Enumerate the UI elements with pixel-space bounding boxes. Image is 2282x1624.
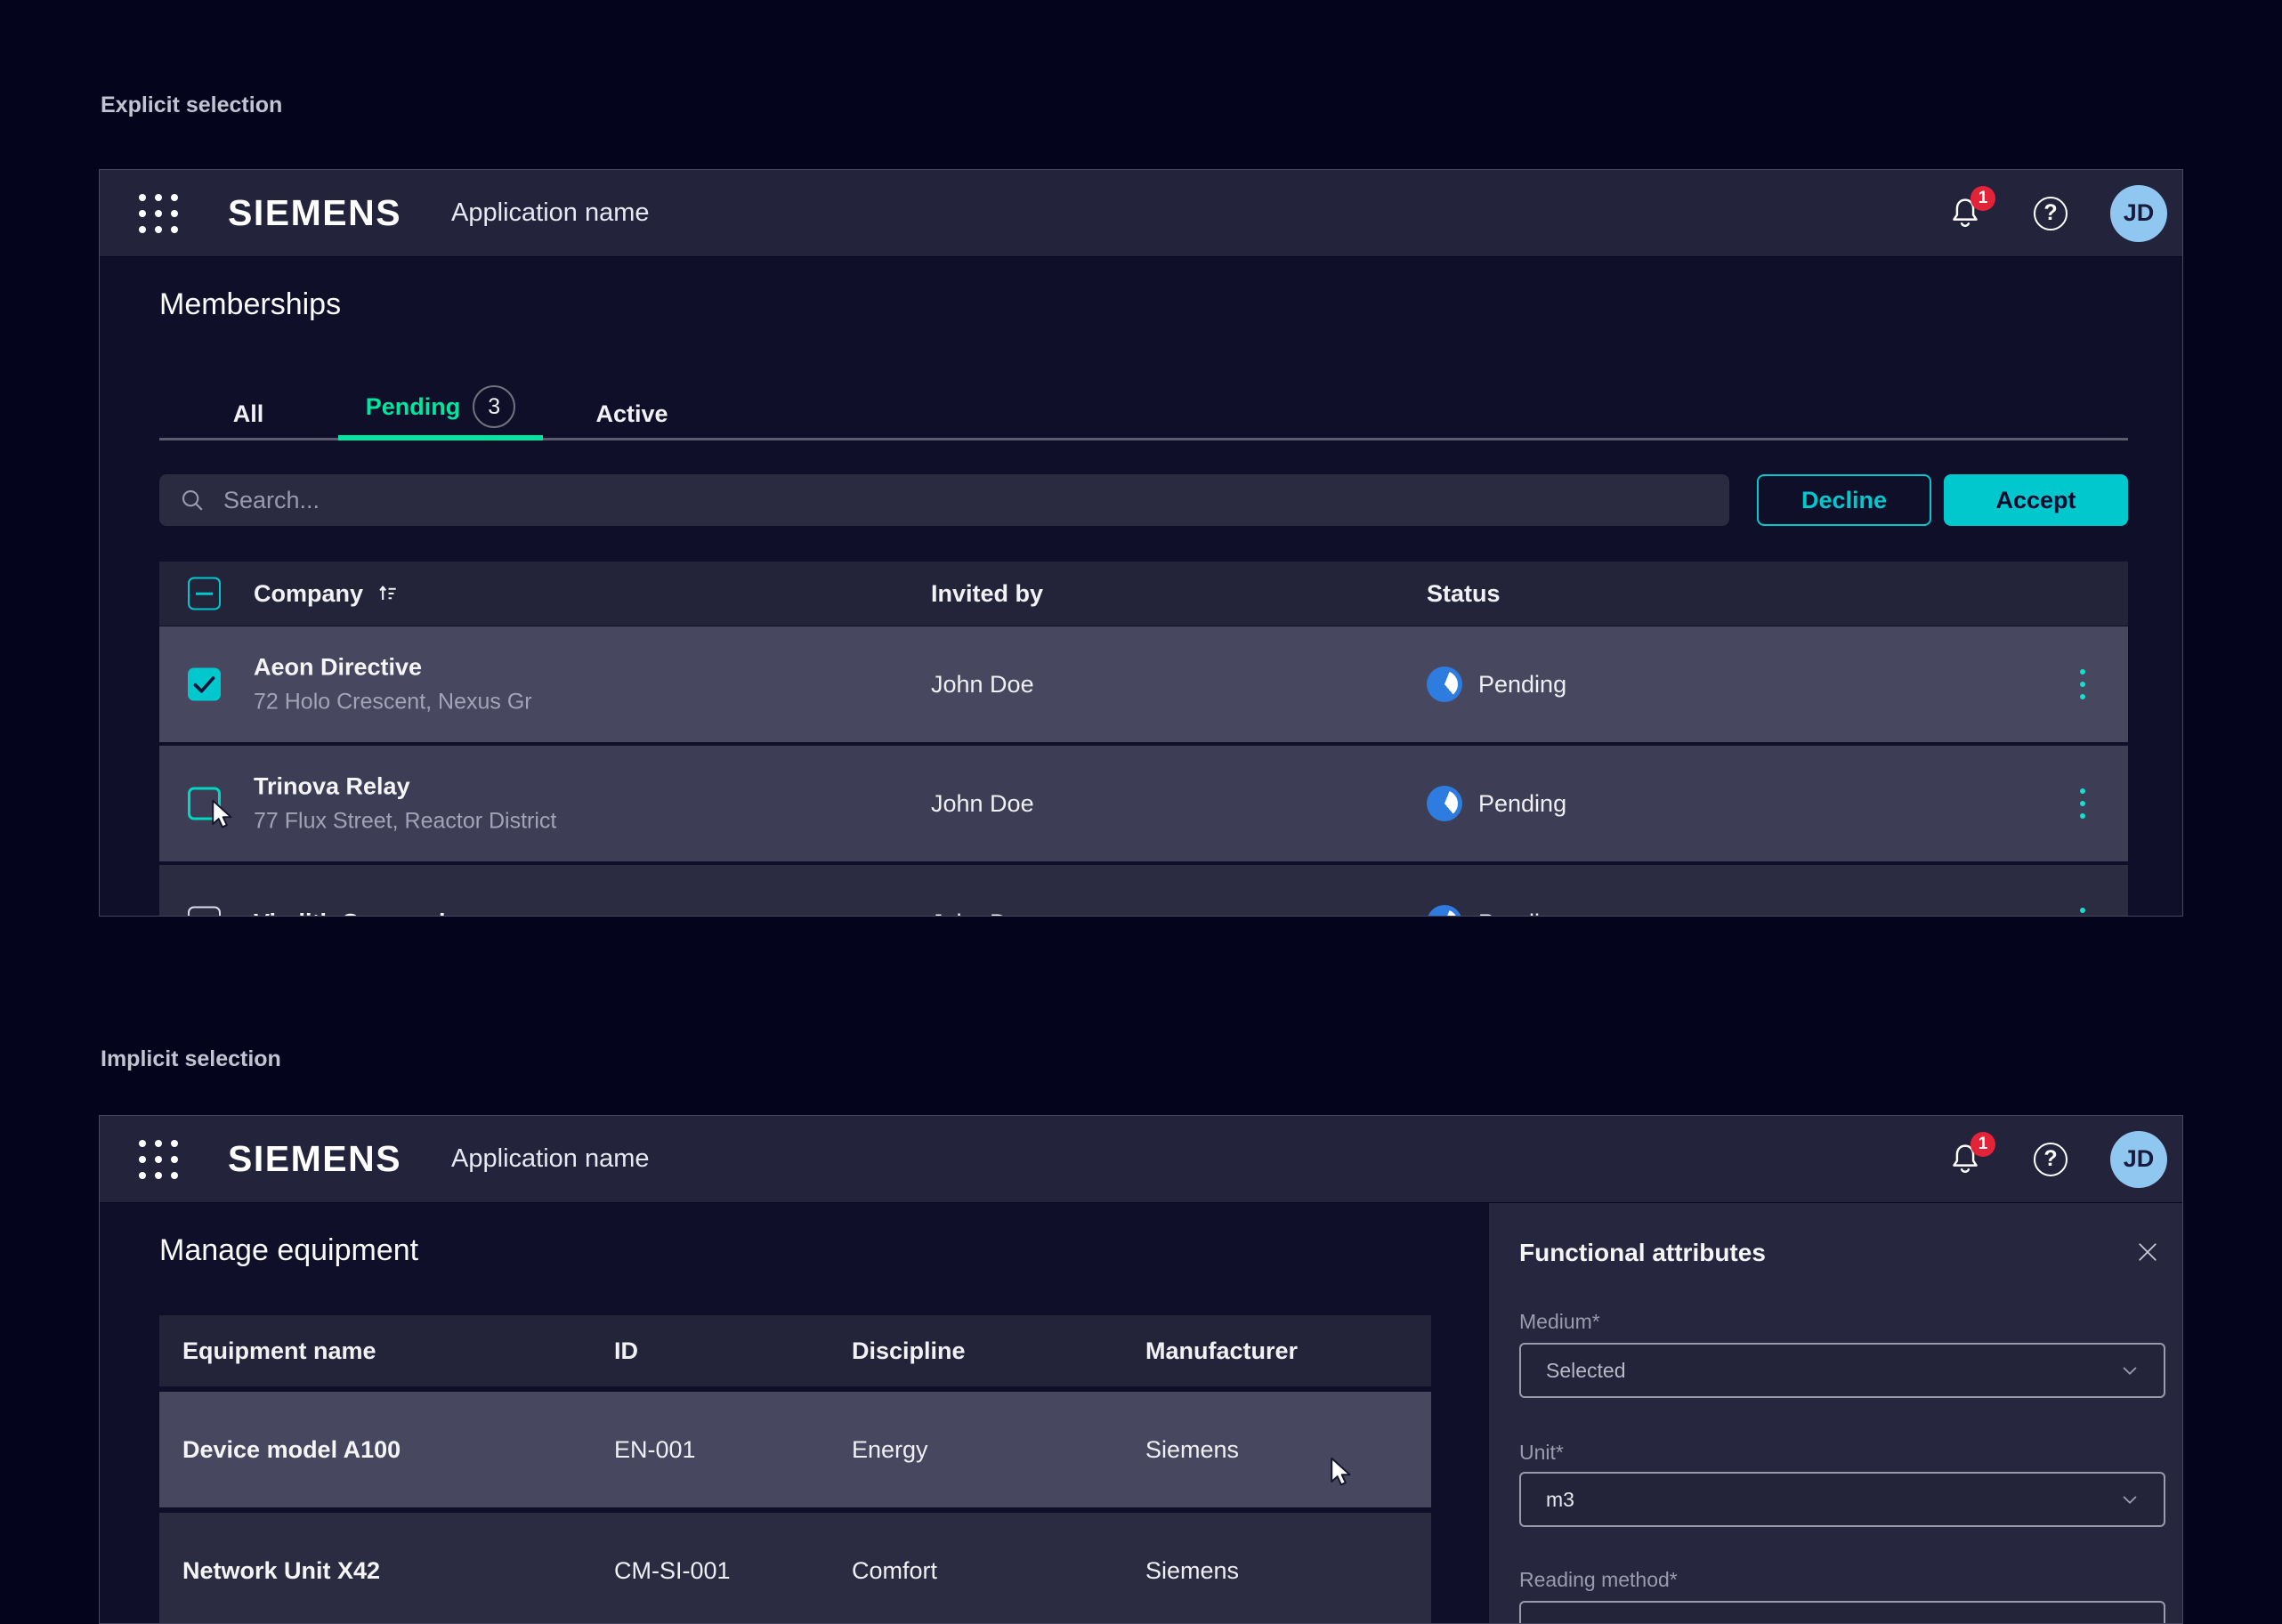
- equipment-window: SIEMENS Application name 1 JD Manage equ…: [99, 1115, 2183, 1624]
- equipment-row-device-model-a100[interactable]: Device model A100 EN-001 Energy Siemens: [159, 1392, 1431, 1507]
- row-menu-kebab-icon[interactable]: [2075, 783, 2091, 824]
- panel-title: Functional attributes: [1519, 1239, 1766, 1267]
- company-name: Trinova Relay: [254, 773, 556, 801]
- app-header: SIEMENS Application name 1 JD: [100, 1116, 2182, 1203]
- chevron-down-icon: [2117, 1358, 2142, 1383]
- section-label-explicit: Explicit selection: [101, 93, 282, 118]
- column-header-discipline[interactable]: Discipline: [852, 1315, 966, 1386]
- invited-by-value: John Doe: [931, 746, 1034, 861]
- notification-badge: 1: [1970, 1132, 1995, 1157]
- check-icon: [188, 668, 221, 701]
- tab-pending[interactable]: Pending 3: [338, 385, 543, 428]
- equipment-table-header: Equipment name ID Discipline Manufacture…: [159, 1315, 1431, 1386]
- status-label: Pending: [1478, 671, 1566, 699]
- row-checkbox[interactable]: [188, 907, 221, 917]
- search-input[interactable]: [222, 486, 1710, 515]
- tab-pending-count-badge: 3: [473, 385, 515, 428]
- application-name: Application name: [451, 198, 649, 228]
- search-field[interactable]: [159, 474, 1729, 526]
- launchpad-icon[interactable]: [139, 1140, 178, 1179]
- search-icon: [179, 487, 206, 513]
- help-icon[interactable]: [2034, 1143, 2068, 1176]
- column-header-equipment-name[interactable]: Equipment name: [182, 1315, 376, 1386]
- row-menu-kebab-icon[interactable]: [2075, 664, 2091, 705]
- chevron-down-icon: [2117, 1487, 2142, 1512]
- row-menu-kebab-icon[interactable]: [2075, 902, 2091, 917]
- memberships-table-header: Company Invited by Status: [159, 562, 2128, 626]
- notifications-button[interactable]: 1: [1946, 195, 1984, 232]
- invited-by-value: John Doe: [931, 626, 1034, 742]
- accept-button[interactable]: Accept: [1944, 474, 2128, 526]
- field-label-medium: Medium*: [1519, 1310, 1600, 1334]
- section-label-implicit: Implicit selection: [101, 1046, 281, 1072]
- company-address: 72 Holo Crescent, Nexus Gr: [254, 690, 532, 715]
- close-icon[interactable]: [2134, 1239, 2161, 1265]
- status-pending-icon: [1427, 786, 1462, 821]
- page-title: Memberships: [159, 287, 341, 322]
- notifications-button[interactable]: 1: [1946, 1141, 1984, 1178]
- tab-active[interactable]: Active: [564, 400, 700, 428]
- memberships-content: Memberships All Pending 3 Active Decline…: [100, 257, 2182, 916]
- company-name: Virelith Coreworks: [254, 909, 465, 917]
- application-name: Application name: [451, 1144, 649, 1174]
- functional-attributes-panel: Functional attributes Medium* Selected U…: [1489, 1203, 2183, 1624]
- column-header-invited-by[interactable]: Invited by: [931, 562, 1043, 626]
- sort-ascending-icon[interactable]: [376, 581, 401, 606]
- company-address: 77 Flux Street, Reactor District: [254, 809, 556, 835]
- tab-bar: All Pending 3 Active: [159, 382, 2128, 440]
- avatar[interactable]: JD: [2110, 185, 2167, 242]
- siemens-logo: SIEMENS: [228, 1138, 401, 1180]
- memberships-window: SIEMENS Application name 1 JD Membership…: [99, 169, 2183, 917]
- page-title: Manage equipment: [159, 1233, 418, 1268]
- column-header-status[interactable]: Status: [1427, 562, 1501, 626]
- select-all-checkbox[interactable]: [188, 578, 221, 610]
- column-header-id[interactable]: ID: [614, 1315, 638, 1386]
- membership-row-aeon-directive[interactable]: Aeon Directive 72 Holo Crescent, Nexus G…: [159, 626, 2128, 742]
- siemens-logo: SIEMENS: [228, 192, 401, 234]
- app-header: SIEMENS Application name 1 JD: [100, 170, 2182, 257]
- launchpad-icon[interactable]: [139, 194, 178, 233]
- reading-method-select[interactable]: [1519, 1601, 2165, 1624]
- status-label: Pending: [1478, 790, 1566, 818]
- tab-pending-label: Pending: [366, 393, 461, 421]
- unit-select[interactable]: m3: [1519, 1472, 2165, 1527]
- active-tab-underline: [338, 435, 543, 440]
- equipment-row-network-unit-x42[interactable]: Network Unit X42 CM-SI-001 Comfort Sieme…: [159, 1513, 1431, 1624]
- field-label-reading-method: Reading method*: [1519, 1568, 1678, 1592]
- notification-badge: 1: [1970, 186, 1995, 211]
- help-icon[interactable]: [2034, 197, 2068, 230]
- membership-row-trinova-relay[interactable]: Trinova Relay 77 Flux Street, Reactor Di…: [159, 746, 2128, 861]
- status-pending-icon: [1427, 905, 1462, 917]
- row-checkbox-checked[interactable]: [188, 668, 221, 701]
- field-label-unit: Unit*: [1519, 1441, 1564, 1465]
- medium-select[interactable]: Selected: [1519, 1343, 2165, 1398]
- membership-row-virelith-coreworks[interactable]: Virelith Coreworks John Doe Pending: [159, 865, 2128, 917]
- invited-by-value: John Doe: [931, 865, 1034, 917]
- company-name: Aeon Directive: [254, 654, 532, 682]
- status-label: Pending: [1478, 909, 1566, 917]
- column-header-manufacturer[interactable]: Manufacturer: [1145, 1315, 1298, 1386]
- equipment-content: Manage equipment Equipment name ID Disci…: [100, 1203, 2182, 1623]
- column-header-company[interactable]: Company: [254, 562, 401, 626]
- row-checkbox-hovered[interactable]: [188, 788, 221, 820]
- medium-select-value: Selected: [1546, 1359, 2117, 1383]
- tab-all[interactable]: All: [193, 400, 303, 428]
- avatar[interactable]: JD: [2110, 1131, 2167, 1188]
- status-pending-icon: [1427, 667, 1462, 702]
- unit-select-value: m3: [1546, 1488, 2117, 1512]
- decline-button[interactable]: Decline: [1757, 474, 1931, 526]
